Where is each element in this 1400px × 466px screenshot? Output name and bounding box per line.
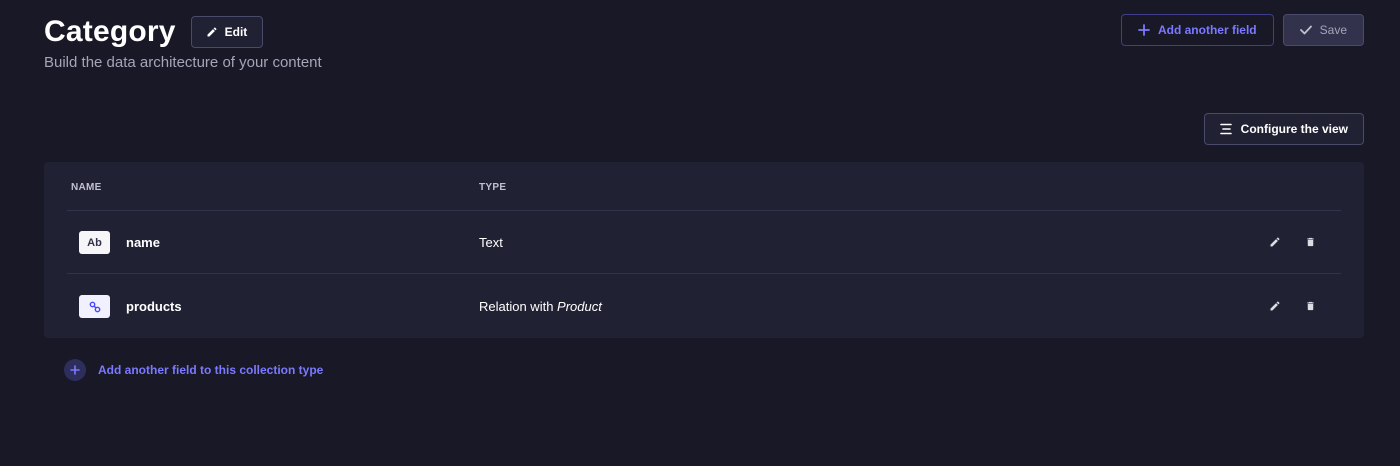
page-subtitle: Build the data architecture of your cont… (44, 54, 322, 71)
edit-button-label: Edit (224, 25, 248, 39)
save-button[interactable]: Save (1282, 14, 1364, 46)
pencil-icon (1270, 237, 1280, 247)
table-row[interactable]: products Relation with Product (67, 275, 1341, 338)
plus-icon (1138, 24, 1150, 36)
field-type: Relation with Product (479, 299, 602, 314)
column-header-name: NAME (71, 182, 102, 193)
pencil-icon (207, 27, 217, 37)
table-header: NAME TYPE (67, 162, 1341, 211)
pencil-icon (1270, 301, 1280, 311)
save-button-label: Save (1319, 23, 1347, 37)
delete-field-button[interactable] (1303, 298, 1317, 314)
page-title: Category (44, 15, 176, 48)
edit-field-button[interactable] (1268, 298, 1282, 314)
relation-icon (79, 295, 110, 318)
field-name: products (126, 299, 182, 314)
text-icon: Ab (79, 231, 110, 254)
configure-view-label: Configure the view (1240, 122, 1348, 136)
row-actions (1268, 298, 1317, 314)
trash-icon (1306, 237, 1314, 247)
configure-view-button[interactable]: Configure the view (1203, 113, 1364, 145)
title-row: Category Edit (44, 14, 322, 50)
edit-field-button[interactable] (1268, 234, 1282, 250)
field-type-text: Relation with (479, 299, 558, 314)
row-actions (1268, 234, 1317, 250)
field-type: Text (479, 235, 503, 250)
page-header: Category Edit Build the data architectur… (44, 14, 322, 72)
plus-circle-icon (64, 359, 86, 381)
fields-table: NAME TYPE Ab name Text products Relation… (44, 162, 1364, 338)
field-type-target: Product (557, 299, 602, 314)
add-field-to-collection-button[interactable]: Add another field to this collection typ… (64, 359, 323, 381)
delete-field-button[interactable] (1303, 234, 1317, 250)
edit-button[interactable]: Edit (190, 16, 264, 48)
table-row[interactable]: Ab name Text (67, 211, 1341, 274)
column-header-type: TYPE (479, 182, 507, 193)
add-field-to-collection-label: Add another field to this collection typ… (98, 363, 324, 377)
field-name: name (126, 235, 160, 250)
add-another-field-button[interactable]: Add another field (1120, 14, 1274, 46)
add-another-field-label: Add another field (1157, 23, 1257, 37)
list-settings-icon (1219, 123, 1232, 135)
top-actions: Add another field Save (1120, 14, 1364, 46)
trash-icon (1306, 301, 1314, 311)
check-icon (1299, 25, 1312, 35)
